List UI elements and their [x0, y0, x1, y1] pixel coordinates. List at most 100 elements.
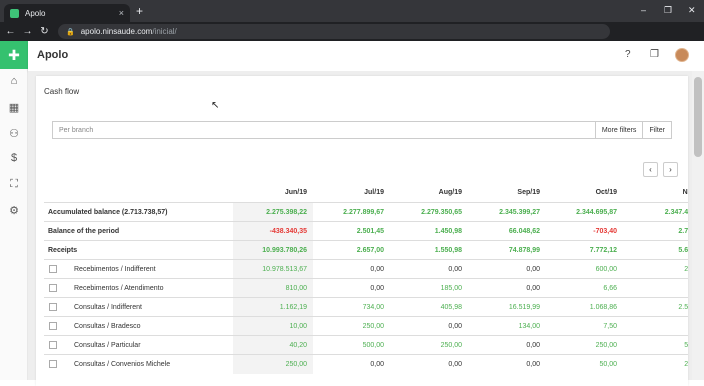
table-cell: 20 — [684, 266, 688, 273]
table-cell: 10.993.780,26 — [262, 247, 307, 254]
app-logo[interactable]: ✚ — [0, 41, 28, 69]
table-cell: 0,00 — [370, 285, 384, 292]
tab-close-icon[interactable]: × — [119, 8, 124, 18]
table-cell: 40,20 — [289, 342, 307, 349]
row-label: Consultas / Indifferent — [74, 304, 142, 311]
filter-bar: Per branch More filters Filter — [52, 121, 672, 139]
table-cell: 2.344.695,87 — [576, 209, 617, 216]
tab-title: Apolo — [25, 8, 46, 18]
table-cell: 0,00 — [370, 266, 384, 273]
main-content: Cash flow Per branch More filters Filter… — [28, 71, 704, 386]
table-row: Recebimentos / Indifferent 10.978.513,67 0… — [44, 259, 688, 279]
table-cell: 0,00 — [526, 361, 540, 368]
url-path: /inicial/ — [152, 27, 177, 36]
table-cell: 250,00 — [440, 342, 462, 349]
table-cell: 7,50 — [603, 323, 617, 330]
app-header: Apolo ? ❐ — [28, 41, 704, 71]
maximize-button[interactable]: ❐ — [664, 5, 672, 16]
home-icon[interactable]: ⌂ — [0, 75, 28, 87]
scrollbar-thumb[interactable] — [694, 77, 702, 157]
row-label: Balance of the period — [48, 228, 120, 235]
table-cell: 600,00 — [595, 266, 617, 273]
table-cell: 1.068,86 — [589, 304, 617, 311]
avatar[interactable] — [675, 48, 689, 62]
row-label: Accumulated balance (2.713.738,57) — [48, 209, 168, 216]
row-checkbox[interactable] — [49, 360, 57, 368]
table-header: Jun/19 Jul/19 Aug/19 Sep/19 Oct/19 No — [44, 183, 688, 203]
mouse-cursor-icon: ↖ — [211, 100, 220, 111]
table-cell: 134,00 — [518, 323, 540, 330]
gear-icon[interactable]: ⚙ — [0, 204, 28, 217]
browser-toolbar: ← → ↻ 🔒 apolo.ninsaude.com /inicial/ ⊞ ☆… — [0, 22, 704, 57]
table-row: Accumulated balance (2.713.738,57) 2.275.… — [44, 202, 688, 222]
table-cell: 2.277.899,67 — [343, 209, 384, 216]
app-sidebar: ✚ ⌂ ▦ ⚇ $ ⛶ ⚙ — [0, 41, 28, 380]
address-bar[interactable]: 🔒 apolo.ninsaude.com /inicial/ — [58, 24, 610, 39]
table-cell: 250,00 — [362, 323, 384, 330]
row-checkbox[interactable] — [49, 322, 57, 330]
scrollbar[interactable] — [692, 71, 704, 380]
filter-button[interactable]: Filter — [642, 122, 671, 138]
row-checkbox[interactable] — [49, 265, 57, 273]
row-label: Receipts — [48, 247, 78, 254]
table-cell: 500,00 — [362, 342, 384, 349]
table-cell: 2.275.398,22 — [266, 209, 307, 216]
table-cell: 1.550,98 — [434, 247, 462, 254]
table-cell: 0,00 — [448, 361, 462, 368]
table-cell: 185,00 — [440, 285, 462, 292]
prev-page-button[interactable]: ‹ — [643, 162, 658, 177]
table-cell: 0,00 — [526, 266, 540, 273]
row-label: Consultas / Bradesco — [74, 323, 141, 330]
cash-flow-card: Cash flow Per branch More filters Filter… — [36, 76, 688, 386]
branch-search-input[interactable]: Per branch — [53, 122, 595, 138]
table-cell: 734,00 — [362, 304, 384, 311]
close-window-button[interactable]: ✕ — [688, 5, 696, 16]
table-cell: 10,00 — [289, 323, 307, 330]
table-cell: 0,00 — [448, 323, 462, 330]
row-checkbox[interactable] — [49, 284, 57, 292]
table-row: Consultas / Bradesco 10,00 250,00 0,00 134,0… — [44, 316, 688, 336]
row-checkbox[interactable] — [49, 341, 57, 349]
table-row: Recebimentos / Atendimento 810,00 0,00 185,… — [44, 278, 688, 298]
app-brand: Apolo — [37, 49, 69, 61]
table-cell: 7.772,12 — [589, 247, 617, 254]
row-label: Consultas / Particular — [74, 342, 141, 349]
chat-icon[interactable]: ❐ — [650, 49, 659, 60]
table-row: Consultas / Convenios Michele 250,00 0,00 0… — [44, 354, 688, 374]
help-icon[interactable]: ? — [625, 49, 631, 60]
more-filters-button[interactable]: More filters — [594, 122, 643, 138]
table-row: Consultas / Indifferent 1.162,19 734,00 405… — [44, 297, 688, 317]
forward-icon[interactable]: → — [19, 26, 36, 37]
table-cell: 66.048,62 — [508, 228, 540, 235]
favicon-icon — [10, 8, 19, 18]
money-icon[interactable]: $ — [0, 152, 28, 164]
new-tab-button[interactable]: + — [136, 4, 143, 18]
people-icon[interactable]: ⚇ — [0, 127, 28, 140]
column-header: Aug/19 — [438, 189, 462, 196]
browser-tabstrip: Apolo × + – ❐ ✕ — [0, 0, 704, 22]
next-page-button[interactable]: › — [663, 162, 678, 177]
row-checkbox[interactable] — [49, 303, 57, 311]
calendar-icon[interactable]: ▦ — [0, 101, 28, 114]
bag-icon[interactable]: ⛶ — [0, 178, 28, 191]
table-cell: 0,00 — [526, 285, 540, 292]
minimize-button[interactable]: – — [641, 5, 646, 15]
table-cell: 5.68 — [678, 247, 688, 254]
lock-icon: 🔒 — [66, 28, 75, 36]
table-row: Balance of the period -438.340,35 2.501,45… — [44, 221, 688, 241]
column-header: Oct/19 — [595, 189, 617, 196]
table-cell: 0,00 — [370, 361, 384, 368]
browser-tab[interactable]: Apolo × — [4, 4, 130, 22]
table-cell: 28 — [684, 361, 688, 368]
table-cell: 16.519,99 — [508, 304, 540, 311]
url-host: apolo.ninsaude.com — [80, 27, 153, 36]
reload-icon[interactable]: ↻ — [36, 26, 53, 37]
table-cell: 0,00 — [448, 266, 462, 273]
table-cell: 810,00 — [285, 285, 307, 292]
table-cell: 250,00 — [595, 342, 617, 349]
row-label: Recebimentos / Indifferent — [74, 266, 156, 273]
table-row: Receipts 10.993.780,26 2.657,00 1.550,98 74.… — [44, 240, 688, 260]
back-icon[interactable]: ← — [2, 26, 19, 37]
table-cell: 0,00 — [526, 342, 540, 349]
row-label: Recebimentos / Atendimento — [74, 285, 164, 292]
